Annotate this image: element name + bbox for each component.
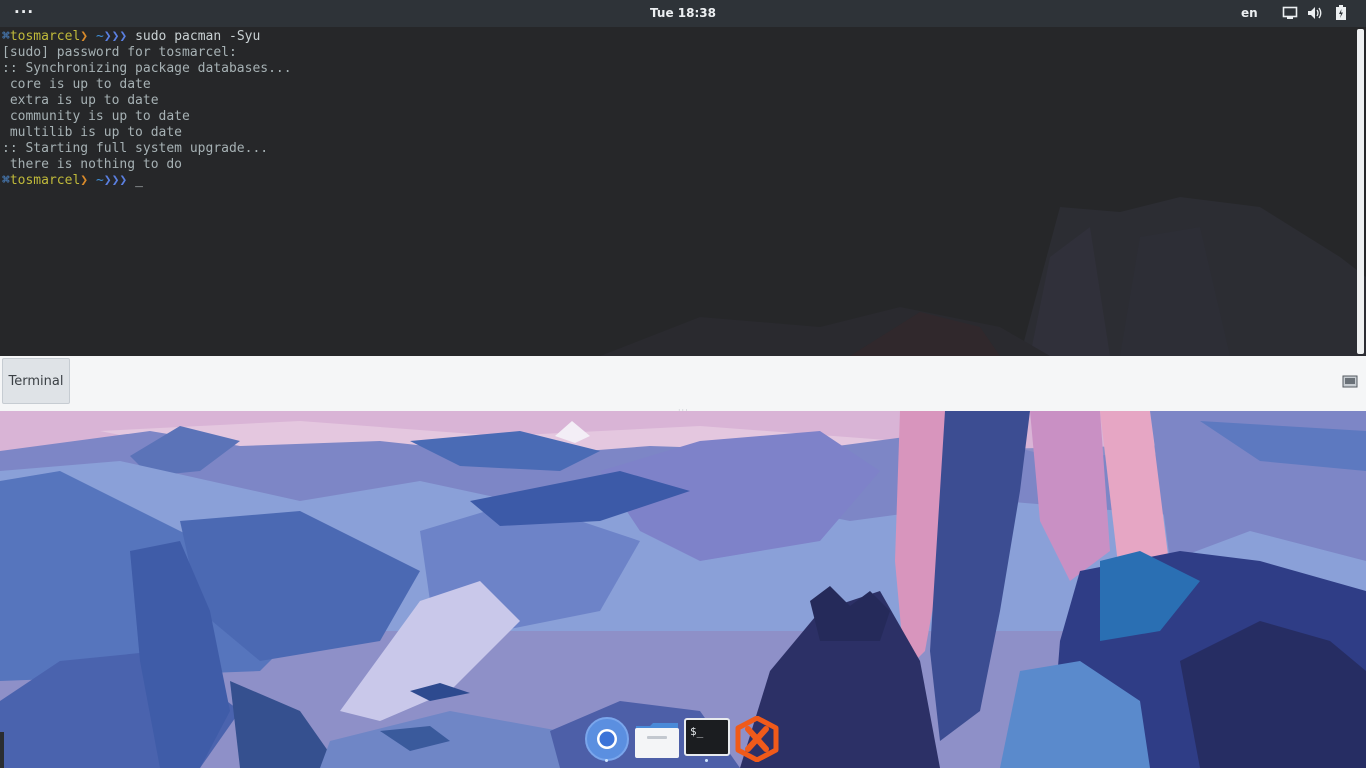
dock-xampp[interactable] <box>734 715 780 763</box>
prompt-line: ⌘tosmarcel❯ ~❯❯❯ _ <box>2 173 143 188</box>
dock-files[interactable] <box>634 716 680 762</box>
command-text: sudo pacman -Syu <box>135 29 261 44</box>
dock-terminal[interactable]: $_ <box>684 716 730 762</box>
output-line: there is nothing to do <box>2 157 183 172</box>
output-line: community is up to date <box>2 109 190 124</box>
terminal-icon: $_ <box>684 718 730 756</box>
cursor: _ <box>135 173 143 188</box>
dock-chromium[interactable] <box>584 716 630 762</box>
keyboard-language-indicator[interactable]: en <box>1241 6 1258 20</box>
output-line: :: Starting full system upgrade... <box>2 141 269 156</box>
screen-icon[interactable] <box>1282 6 1298 20</box>
output-line: [sudo] password for tosmarcel: <box>2 45 237 60</box>
prompt-line: ⌘tosmarcel❯ ~❯❯❯ sudo pacman -Syu <box>2 29 261 44</box>
window-list-bar: Terminal ··· <box>0 356 1366 415</box>
battery-icon[interactable] <box>1335 5 1347 20</box>
volume-icon[interactable] <box>1307 6 1323 20</box>
files-icon <box>635 723 679 758</box>
svg-text:$_: $_ <box>690 725 704 738</box>
xampp-icon <box>735 715 779 763</box>
output-line: extra is up to date <box>2 93 159 108</box>
output-line: multilib is up to date <box>2 125 183 140</box>
chromium-icon <box>585 717 629 761</box>
left-edge-handle <box>0 732 4 768</box>
output-line: core is up to date <box>2 77 151 92</box>
terminal-window[interactable]: ⌘tosmarcel❯ ~❯❯❯ sudo pacman -Syu [sudo]… <box>0 27 1366 356</box>
terminal-scrollbar[interactable] <box>1357 29 1364 354</box>
running-indicator <box>705 759 708 762</box>
terminal-output: ⌘tosmarcel❯ ~❯❯❯ sudo pacman -Syu [sudo]… <box>2 29 292 189</box>
top-panel: ··· Tue 18:38 en <box>0 0 1366 27</box>
taskbar-terminal-button[interactable]: Terminal <box>2 358 70 404</box>
workspace-icon[interactable] <box>1342 374 1358 388</box>
dock: $_ <box>582 714 784 768</box>
output-line: :: Synchronizing package databases... <box>2 61 292 76</box>
clock-container: Tue 18:38 <box>0 6 1366 20</box>
running-indicator <box>605 759 608 762</box>
clock[interactable]: Tue 18:38 <box>650 6 716 20</box>
